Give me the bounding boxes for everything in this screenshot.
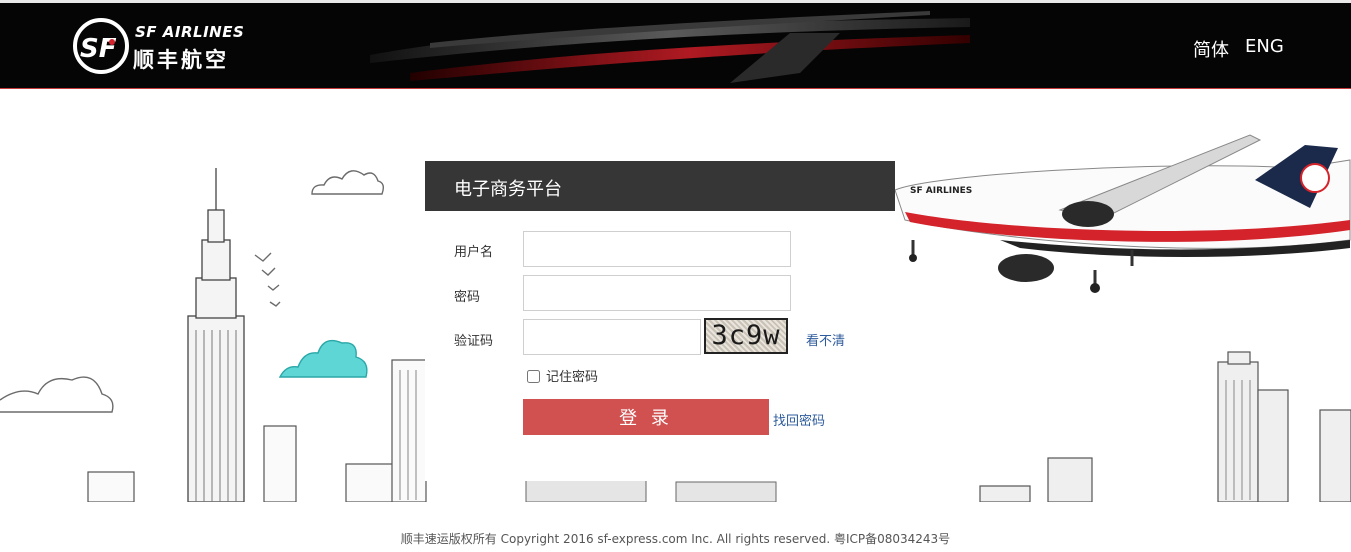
- lang-english[interactable]: ENG: [1245, 36, 1284, 57]
- password-label: 密码: [454, 290, 481, 305]
- username-label: 用户名: [454, 245, 494, 260]
- password-input[interactable]: [523, 275, 791, 311]
- login-panel: 电子商务平台 用户名 密码 验证码 3c9w 看不清 记住密码 登 录 找回密码: [425, 161, 895, 481]
- captcha-input[interactable]: [523, 319, 701, 355]
- captcha-image[interactable]: 3c9w: [704, 318, 788, 354]
- refresh-captcha-link[interactable]: 看不清: [806, 330, 845, 349]
- top-header: SF SF AIRLINES 顺丰航空 简体 ENG: [0, 0, 1351, 89]
- cloud-icon: [0, 376, 114, 413]
- logo-text-en: SF AIRLINES: [135, 23, 245, 41]
- platform-title: 电子商务平台: [454, 179, 562, 200]
- sf-logo-icon: SF: [73, 18, 129, 74]
- cloud-icon: [278, 339, 368, 378]
- login-button[interactable]: 登 录: [523, 399, 769, 435]
- sf-airlines-logo[interactable]: SF SF AIRLINES 顺丰航空: [72, 17, 245, 77]
- svg-text:SF: SF: [80, 34, 117, 64]
- footer-copyright: 顺丰速运版权所有 Copyright 2016 sf-express.com I…: [400, 532, 951, 546]
- remember-password-option[interactable]: 记住密码: [527, 366, 598, 385]
- logo-text-cn: 顺丰航空: [133, 48, 229, 72]
- header-decoration: [370, 11, 970, 83]
- captcha-label: 验证码: [454, 334, 494, 349]
- svg-text:SF AIRLINES: SF AIRLINES: [910, 186, 972, 196]
- forgot-password-link[interactable]: 找回密码: [773, 410, 825, 429]
- airplane-illustration: SF AIRLINES: [894, 134, 1351, 293]
- cloud-icon: [311, 170, 385, 195]
- login-panel-header: 电子商务平台: [425, 161, 895, 211]
- username-input[interactable]: [523, 231, 791, 267]
- remember-password-label: 记住密码: [546, 370, 599, 385]
- remember-password-checkbox[interactable]: [527, 370, 540, 383]
- lang-simplified-chinese[interactable]: 简体: [1193, 36, 1229, 62]
